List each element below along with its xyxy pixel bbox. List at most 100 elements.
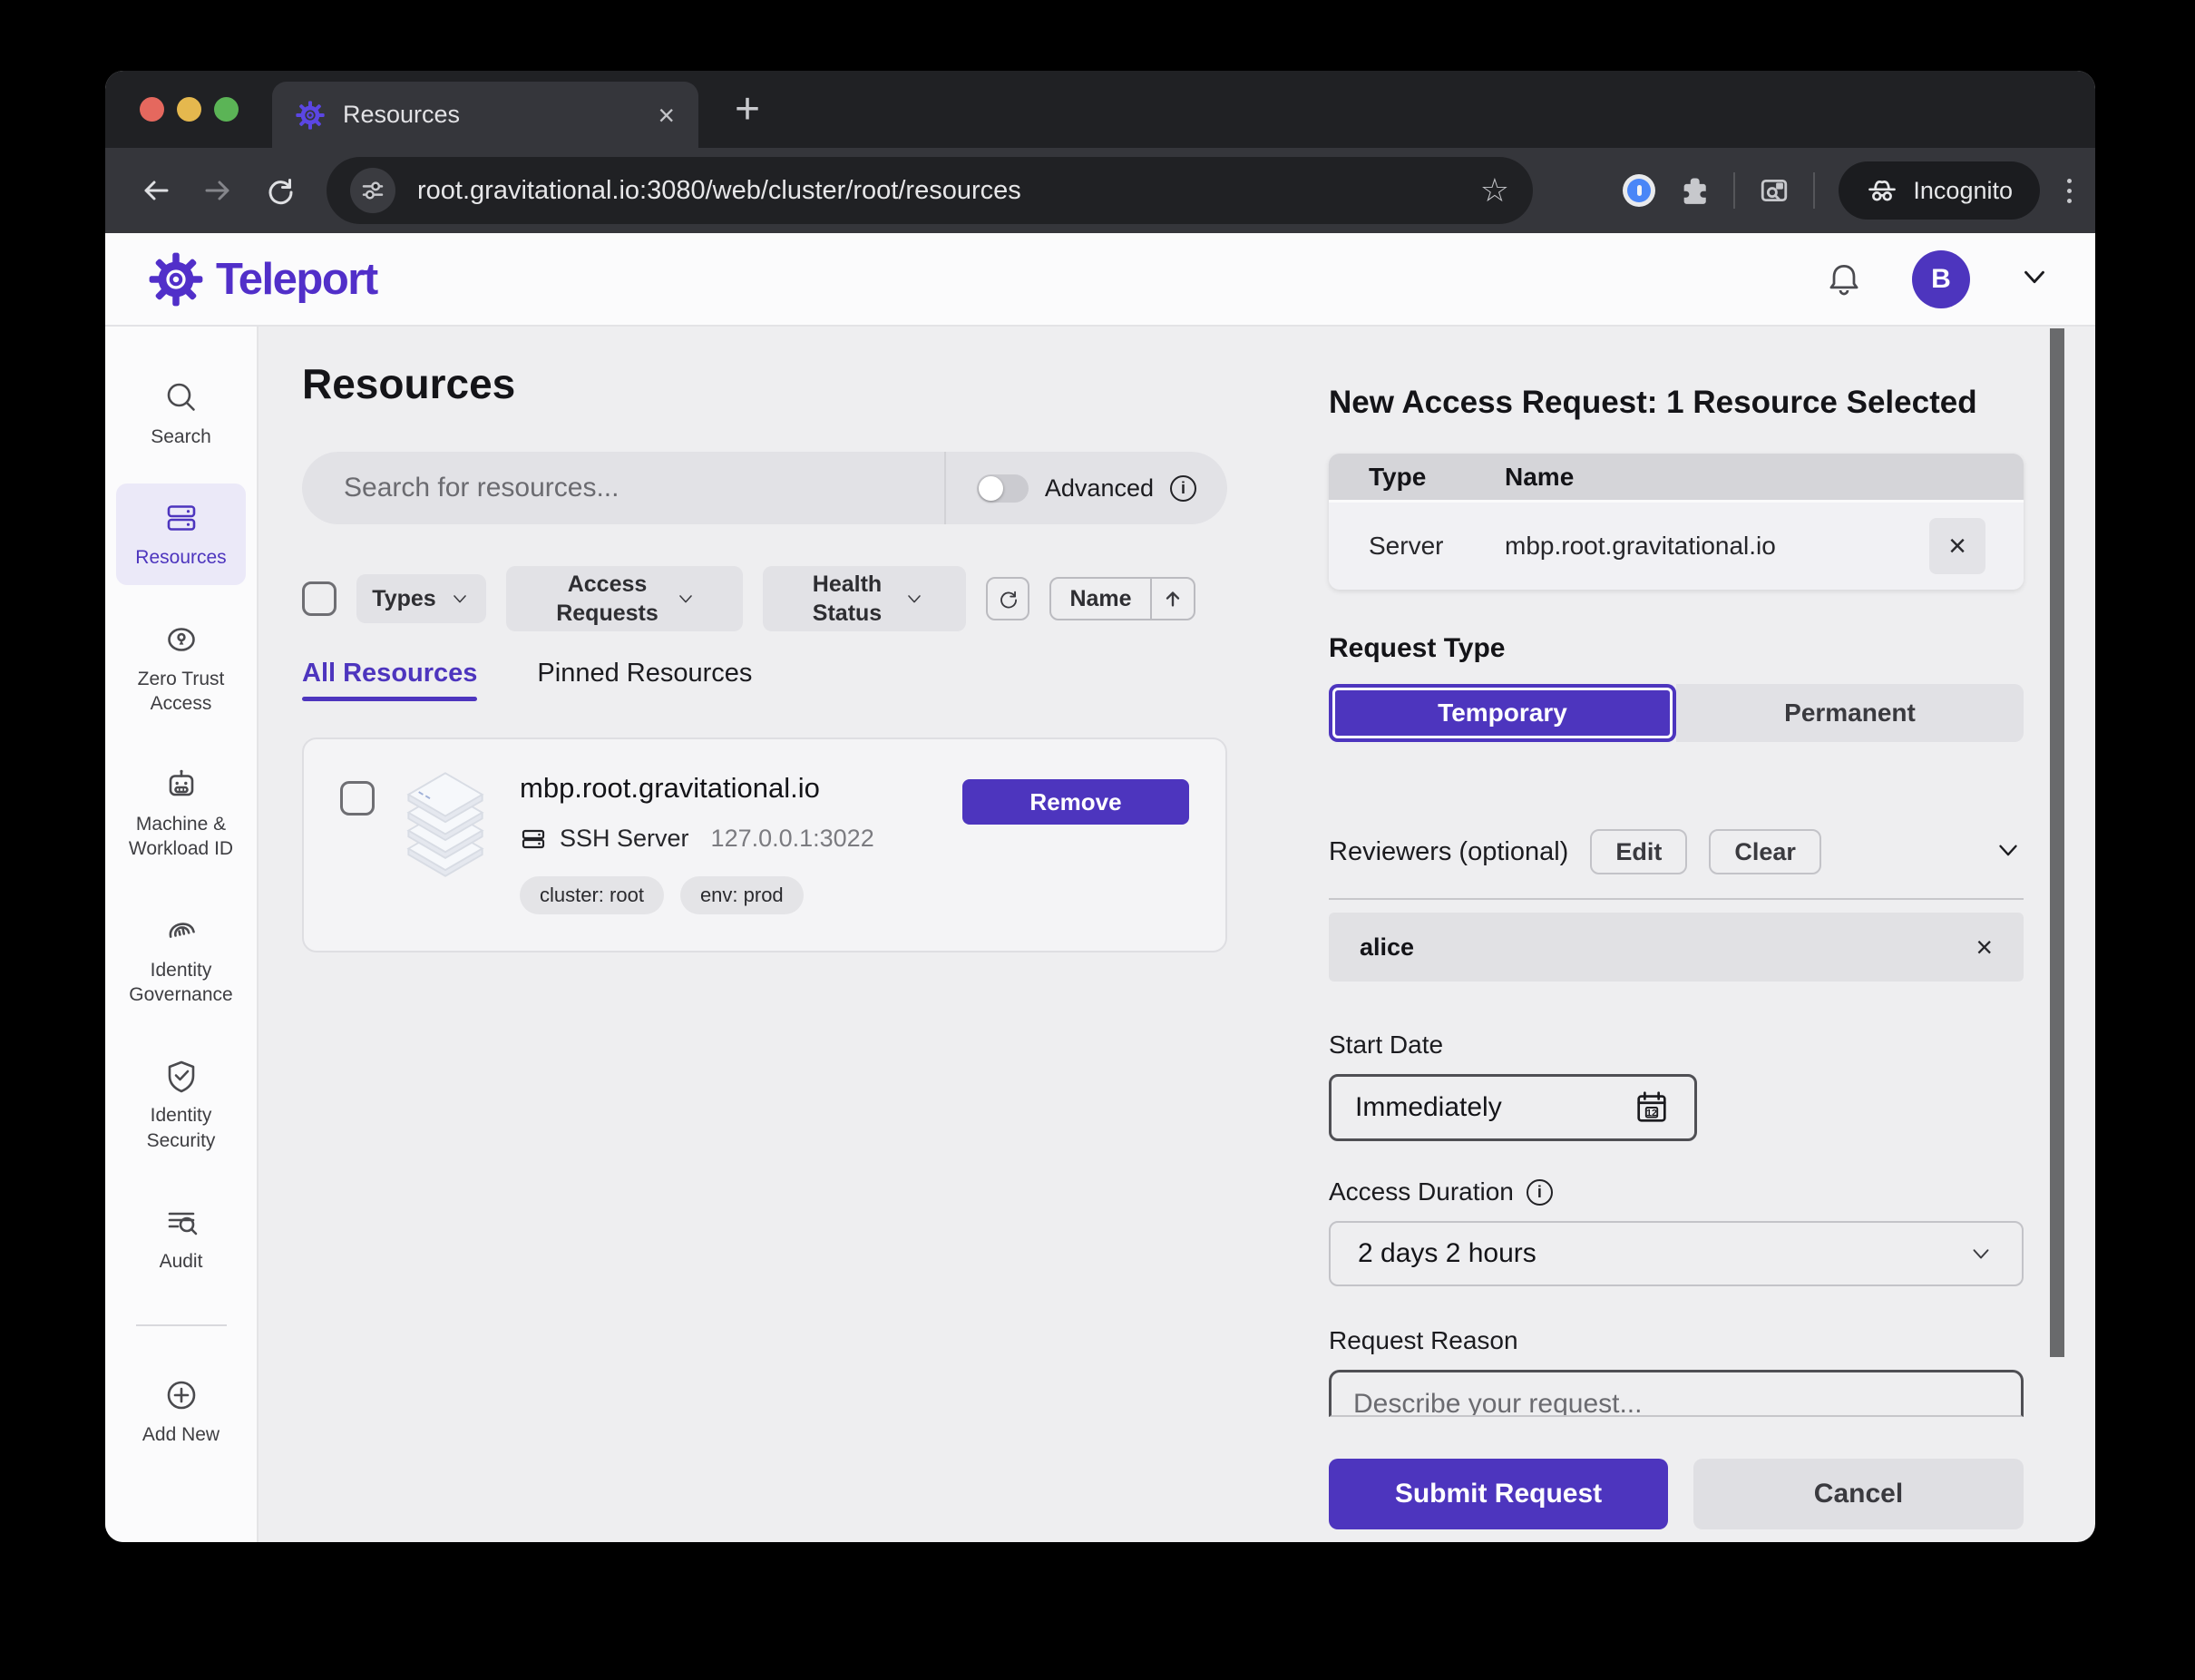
health-status-filter-button[interactable]: Health Status <box>763 566 966 631</box>
password-manager-extension-icon[interactable] <box>1623 174 1655 207</box>
sidebar-item-identity-security[interactable]: Identity Security <box>116 1041 246 1167</box>
tab-all-resources[interactable]: All Resources <box>302 659 477 701</box>
type-column-header: Type <box>1369 463 1505 492</box>
browser-window: Resources × + root.gravitational.io:3080… <box>105 71 2095 1542</box>
sidebar-item-label: Search <box>151 425 211 449</box>
reviewer-name: alice <box>1360 933 1414 962</box>
resource-label-pill[interactable]: cluster: root <box>520 876 664 914</box>
sidebar-item-label: Machine & Workload ID <box>118 812 244 862</box>
sidebar-item-add-new[interactable]: Add New <box>116 1361 246 1461</box>
remove-resource-button[interactable]: Remove <box>962 779 1189 825</box>
chevron-down-icon <box>675 588 697 610</box>
reviewers-header-row: Reviewers (optional) Edit Clear <box>1329 829 2024 874</box>
resource-name-cell: mbp.root.gravitational.io <box>1505 532 1776 561</box>
desktop-background: Resources × + root.gravitational.io:3080… <box>0 0 2195 1680</box>
browser-tab[interactable]: Resources × <box>272 82 698 148</box>
incognito-badge: Incognito <box>1839 161 2040 220</box>
resource-card[interactable]: mbp.root.gravitational.io SSH Server 127… <box>302 737 1227 952</box>
search-side-panel-icon[interactable] <box>1759 175 1790 206</box>
tab-close-icon[interactable]: × <box>658 101 675 130</box>
resource-checkbox[interactable] <box>340 781 375 816</box>
bookmark-star-icon[interactable]: ☆ <box>1480 174 1509 207</box>
collapse-reviewers-chevron-icon[interactable] <box>1993 835 2024 870</box>
reviewer-item: alice × <box>1329 913 2024 982</box>
submit-request-button[interactable]: Submit Request <box>1329 1459 1668 1529</box>
advanced-info-icon[interactable]: i <box>1170 475 1196 502</box>
tab-pinned-resources[interactable]: Pinned Resources <box>537 659 752 701</box>
refresh-button[interactable] <box>986 577 1029 620</box>
name-column-header: Name <box>1505 463 1574 492</box>
browser-tab-strip: Resources × + <box>105 71 2095 148</box>
scrollbar-thumb[interactable] <box>2050 328 2064 1357</box>
remove-selected-resource-button[interactable]: × <box>1929 518 1985 574</box>
close-window-button[interactable] <box>140 97 164 122</box>
filter-row: Types Access Requests Health Status <box>302 566 1227 631</box>
user-menu-chevron-icon[interactable] <box>2017 259 2052 298</box>
access-duration-select[interactable]: 2 days 2 hours <box>1329 1221 2024 1286</box>
request-type-label: Request Type <box>1329 633 2024 664</box>
toolbar-extensions-area: Incognito <box>1623 161 2095 220</box>
remove-reviewer-icon[interactable]: × <box>1976 933 1993 962</box>
advanced-search-toggle[interactable] <box>977 474 1029 503</box>
sidebar-divider <box>136 1324 227 1326</box>
sidebar-item-label: Add New <box>142 1422 220 1447</box>
teleport-favicon-icon <box>296 101 325 130</box>
brand-name: Teleport <box>216 254 377 305</box>
temporary-option[interactable]: Temporary <box>1329 684 1676 742</box>
sidebar-item-label: Audit <box>160 1249 203 1274</box>
resource-label-pill[interactable]: env: prod <box>680 876 804 914</box>
fingerprint-icon <box>161 911 201 951</box>
svg-text:12: 12 <box>1646 1108 1657 1118</box>
permanent-option[interactable]: Permanent <box>1676 684 2024 742</box>
robot-icon <box>161 765 201 805</box>
sidebar-item-label: Identity Security <box>118 1103 244 1153</box>
table-row: Server mbp.root.gravitational.io × <box>1329 503 2024 590</box>
sidebar-item-label: Identity Governance <box>118 958 244 1008</box>
sidebar-item-audit[interactable]: Audit <box>116 1187 246 1288</box>
server-stack-icon <box>161 498 201 538</box>
teleport-logo[interactable]: Teleport <box>149 252 377 307</box>
notifications-bell-icon[interactable] <box>1823 259 1865 300</box>
start-date-input[interactable]: Immediately 12 <box>1329 1074 1697 1141</box>
chevron-down-icon <box>449 588 471 610</box>
url-text[interactable]: root.gravitational.io:3080/web/cluster/r… <box>417 176 1021 206</box>
edit-reviewers-button[interactable]: Edit <box>1590 829 1687 874</box>
clear-reviewers-button[interactable]: Clear <box>1709 829 1821 874</box>
request-reason-label: Request Reason <box>1329 1326 2024 1355</box>
reload-button[interactable] <box>256 167 303 214</box>
forward-button[interactable] <box>194 167 241 214</box>
types-filter-button[interactable]: Types <box>356 574 486 623</box>
new-tab-button[interactable]: + <box>735 88 760 132</box>
sidebar-item-search[interactable]: Search <box>116 363 246 464</box>
resource-name: mbp.root.gravitational.io <box>520 772 874 805</box>
request-reason-field <box>1329 1370 2024 1417</box>
zoom-window-button[interactable] <box>214 97 239 122</box>
calendar-icon[interactable]: 12 <box>1633 1089 1671 1127</box>
resource-search-bar: Advanced i <box>302 452 1227 524</box>
sidebar-item-identity-governance[interactable]: Identity Governance <box>116 896 246 1022</box>
browser-menu-icon[interactable] <box>2063 175 2075 207</box>
back-button[interactable] <box>132 167 180 214</box>
address-bar[interactable]: root.gravitational.io:3080/web/cluster/r… <box>327 157 1533 224</box>
access-requests-filter-button[interactable]: Access Requests <box>506 566 743 631</box>
sort-by-name-button[interactable]: Name <box>1049 577 1195 620</box>
sidebar: Search Resources Zero Trust Access Machi… <box>105 327 259 1542</box>
extensions-puzzle-icon[interactable] <box>1679 175 1710 206</box>
sidebar-item-zero-trust-access[interactable]: Zero Trust Access <box>116 605 246 731</box>
minimize-window-button[interactable] <box>177 97 201 122</box>
incognito-icon <box>1866 174 1898 207</box>
select-all-checkbox[interactable] <box>302 581 337 616</box>
sidebar-item-resources[interactable]: Resources <box>116 483 246 584</box>
tab-title: Resources <box>343 101 460 129</box>
access-duration-info-icon[interactable]: i <box>1527 1179 1553 1206</box>
request-reason-input[interactable] <box>1332 1372 2021 1417</box>
sort-ascending-icon[interactable] <box>1152 588 1194 610</box>
site-settings-icon[interactable] <box>350 168 395 213</box>
user-avatar[interactable]: B <box>1912 250 1970 308</box>
sidebar-item-machine-workload-id[interactable]: Machine & Workload ID <box>116 750 246 876</box>
selected-resources-table: Type Name Server mbp.root.gravitational.… <box>1329 454 2024 590</box>
keyhole-icon <box>161 620 201 659</box>
toolbar-separator <box>1813 172 1815 209</box>
cancel-button[interactable]: Cancel <box>1693 1459 2024 1529</box>
search-input[interactable] <box>302 452 944 524</box>
